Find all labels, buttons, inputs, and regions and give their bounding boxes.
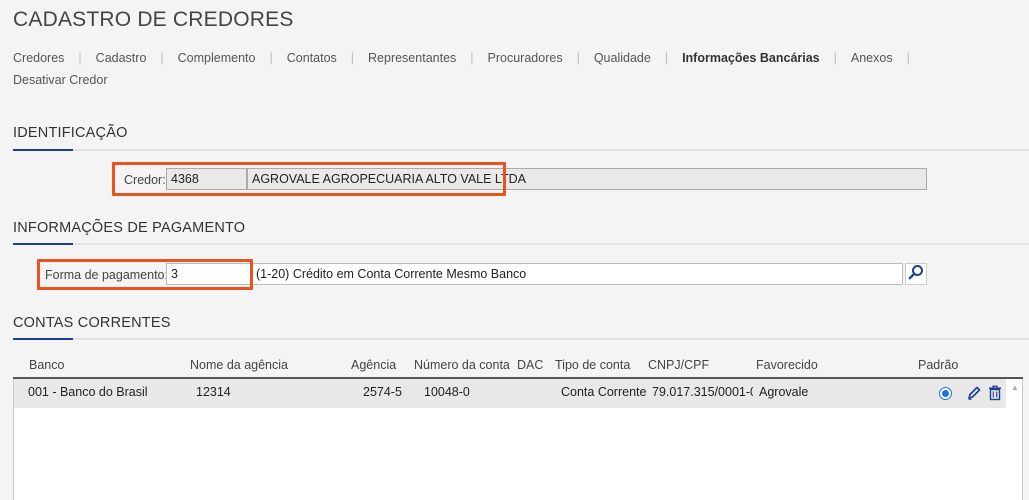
tab-representantes[interactable]: Representantes xyxy=(368,47,456,69)
default-account-radio[interactable] xyxy=(939,387,952,400)
tab-contatos[interactable]: Contatos xyxy=(287,47,337,69)
cell-favorecido: Agrovale xyxy=(759,385,809,399)
section-divider xyxy=(13,338,1029,340)
scroll-up-arrow-icon[interactable]: ▲ xyxy=(1010,383,1020,393)
cell-tipo-conta: Conta Corrente xyxy=(561,385,646,399)
tab-desativar-credor[interactable]: Desativar Credor xyxy=(13,69,107,91)
tab-credores[interactable]: Credores xyxy=(13,47,64,69)
section-title-contas: CONTAS CORRENTES xyxy=(13,315,171,331)
nav-separator: | xyxy=(269,51,273,65)
forma-pagamento-description: (1-20) Crédito em Conta Corrente Mesmo B… xyxy=(251,263,903,285)
section-title-pagamento: INFORMAÇÕES DE PAGAMENTO xyxy=(13,220,246,236)
section-title-identificacao: IDENTIFICAÇÃO xyxy=(13,125,128,141)
credor-label: Credor: xyxy=(124,173,166,187)
search-icon xyxy=(908,264,924,285)
nav-separator: | xyxy=(833,51,837,65)
nav-separator: | xyxy=(470,51,474,65)
edit-button[interactable] xyxy=(965,385,983,403)
tab-navigation: Credores | Cadastro | Complemento | Contatos | R… xyxy=(13,47,1013,91)
nav-separator: | xyxy=(160,51,164,65)
forma-pagamento-input[interactable]: 3 xyxy=(166,263,251,285)
column-header-dac[interactable]: DAC xyxy=(517,358,543,372)
credor-name-field[interactable]: AGROVALE AGROPECUARIA ALTO VALE LTDA xyxy=(247,168,927,190)
accounts-grid-header: Banco Nome da agência Agência Número da … xyxy=(13,356,1023,377)
nav-separator: | xyxy=(350,51,355,65)
delete-button[interactable] xyxy=(986,385,1004,403)
column-header-padrao[interactable]: Padrão xyxy=(918,358,958,372)
lookup-button[interactable] xyxy=(905,263,927,285)
section-divider xyxy=(13,149,1029,151)
tab-qualidade[interactable]: Qualidade xyxy=(594,47,651,69)
tab-complemento[interactable]: Complemento xyxy=(178,47,256,69)
column-header-banco[interactable]: Banco xyxy=(29,358,64,372)
cell-banco: 001 - Banco do Brasil xyxy=(28,385,148,399)
column-header-numero-conta[interactable]: Número da conta xyxy=(414,358,510,372)
table-row[interactable]: 001 - Banco do Brasil 12314 2574-5 10048… xyxy=(14,379,1006,408)
cell-numero-conta: 10048-0 xyxy=(424,385,470,399)
nav-separator: | xyxy=(576,51,580,65)
tab-cadastro[interactable]: Cadastro xyxy=(96,47,147,69)
column-header-tipo-conta[interactable]: Tipo de conta xyxy=(555,358,630,372)
forma-pagamento-label: Forma de pagamento: xyxy=(45,268,168,282)
tab-informacoes-bancarias[interactable]: Informações Bancárias xyxy=(682,47,820,69)
cell-agencia: 2574-5 xyxy=(363,385,402,399)
column-header-nome-agencia[interactable]: Nome da agência xyxy=(190,358,288,372)
nav-separator: | xyxy=(78,51,82,65)
credor-code-field[interactable]: 4368 xyxy=(166,168,247,190)
column-header-favorecido[interactable]: Favorecido xyxy=(756,358,818,372)
cell-cnpj-cpf: 79.017.315/0001-0 xyxy=(652,385,753,399)
column-header-agencia[interactable]: Agência xyxy=(351,358,396,372)
trash-icon xyxy=(987,385,1003,404)
nav-separator: | xyxy=(664,51,669,65)
cell-nome-agencia: 12314 xyxy=(196,385,231,399)
pencil-icon xyxy=(966,385,982,404)
accounts-grid: 001 - Banco do Brasil 12314 2574-5 10048… xyxy=(13,379,1023,500)
section-divider xyxy=(13,243,1029,245)
tab-procuradores[interactable]: Procuradores xyxy=(488,47,563,69)
tab-anexos[interactable]: Anexos xyxy=(851,47,893,69)
column-header-cnpj-cpf[interactable]: CNPJ/CPF xyxy=(648,358,709,372)
nav-separator: | xyxy=(906,51,910,65)
page-title: CADASTRO DE CREDORES xyxy=(13,8,294,31)
